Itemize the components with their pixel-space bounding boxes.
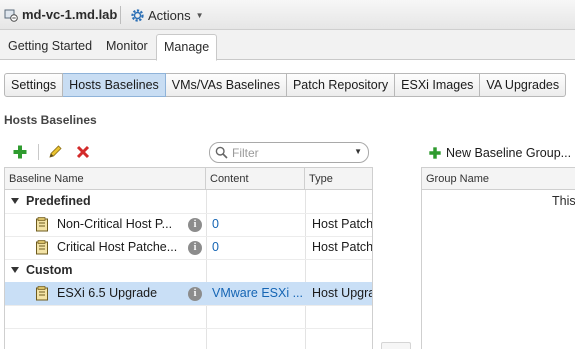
subtab-settings[interactable]: Settings (4, 73, 64, 97)
gear-icon (131, 8, 144, 22)
group-name: Custom (26, 263, 73, 277)
baseline-type: Host Patch (312, 240, 373, 254)
expand-triangle-icon[interactable] (11, 198, 19, 204)
column-type[interactable]: Type (305, 168, 372, 190)
subtab-patch-repository[interactable]: Patch Repository (286, 73, 396, 97)
table-row[interactable]: Non-Critical Host P... i 0 Host Patch (5, 213, 372, 236)
row-divider (5, 328, 372, 329)
actions-label: Actions (148, 7, 191, 23)
expand-triangle-icon[interactable] (11, 267, 19, 273)
add-icon (429, 147, 441, 159)
window-title: md-vc-1.md.lab (22, 7, 118, 22)
baseline-name: Critical Host Patche... (57, 240, 178, 254)
table-header: Group Name (422, 168, 575, 190)
delete-icon[interactable] (75, 144, 91, 160)
baseline-icon (36, 217, 48, 232)
baseline-groups-table: Group Name This (421, 167, 575, 349)
filter-box: ▼ (209, 142, 369, 163)
group-row-predefined[interactable]: Predefined (5, 190, 372, 213)
filter-dropdown-icon[interactable]: ▼ (354, 147, 362, 156)
subtab-va-upgrades[interactable]: VA Upgrades (480, 73, 567, 97)
vcenter-host-icon (4, 9, 18, 22)
group-row-custom[interactable]: Custom (5, 259, 372, 282)
tab-manage[interactable]: Manage (156, 34, 218, 61)
empty-table-message: This (552, 194, 575, 208)
add-icon[interactable] (12, 144, 28, 160)
info-icon[interactable]: i (188, 287, 202, 301)
baseline-icon (36, 240, 48, 255)
main-tabs: Getting Started Monitor Manage (0, 30, 575, 61)
table-header: Baseline Name Content Type (5, 168, 372, 190)
baseline-type: Host Patch (312, 217, 373, 231)
info-icon[interactable]: i (188, 218, 202, 232)
baseline-type: Host Upgra (312, 286, 373, 300)
info-icon[interactable]: i (188, 241, 202, 255)
baseline-content[interactable]: 0 (212, 217, 219, 231)
tab-monitor[interactable]: Monitor (106, 39, 148, 53)
sub-tabs: Settings Hosts Baselines VMs/VAs Baselin… (4, 73, 567, 97)
column-group-name[interactable]: Group Name (426, 173, 489, 185)
baseline-icon (36, 286, 48, 301)
baseline-content[interactable]: VMware ESXi ... (212, 286, 304, 300)
new-baseline-group-label: New Baseline Group... (446, 146, 572, 160)
tab-getting-started[interactable]: Getting Started (8, 39, 92, 53)
column-content[interactable]: Content (206, 168, 305, 190)
table-row[interactable]: Critical Host Patche... i 0 Host Patch (5, 236, 372, 259)
baseline-name: ESXi 6.5 Upgrade (57, 286, 158, 300)
new-baseline-group-button[interactable]: New Baseline Group... (428, 144, 571, 162)
toolbar-divider (38, 144, 39, 160)
actions-menu-button[interactable]: Actions ▼ (130, 5, 204, 25)
edit-icon[interactable] (47, 144, 63, 160)
row-divider (5, 305, 372, 306)
title-divider (120, 6, 121, 24)
column-baseline-name[interactable]: Baseline Name (5, 168, 206, 190)
subtab-esxi-images[interactable]: ESXi Images (395, 73, 481, 97)
section-title: Hosts Baselines (4, 113, 97, 127)
splitter-handle[interactable] (381, 342, 411, 349)
baseline-content[interactable]: 0 (212, 240, 219, 254)
filter-input[interactable] (232, 145, 347, 160)
chevron-down-icon: ▼ (195, 10, 204, 20)
baselines-table: Baseline Name Content Type Predefined No… (4, 167, 373, 349)
title-bar: md-vc-1.md.lab Actions ▼ (0, 0, 575, 30)
search-icon (215, 146, 228, 159)
subtab-hosts-baselines[interactable]: Hosts Baselines (63, 73, 166, 97)
group-name: Predefined (26, 194, 91, 208)
table-row-selected[interactable]: ESXi 6.5 Upgrade i VMware ESXi ... Host … (5, 282, 372, 305)
baseline-name: Non-Critical Host P... (57, 217, 173, 231)
subtab-vms-vas-baselines[interactable]: VMs/VAs Baselines (165, 73, 287, 97)
